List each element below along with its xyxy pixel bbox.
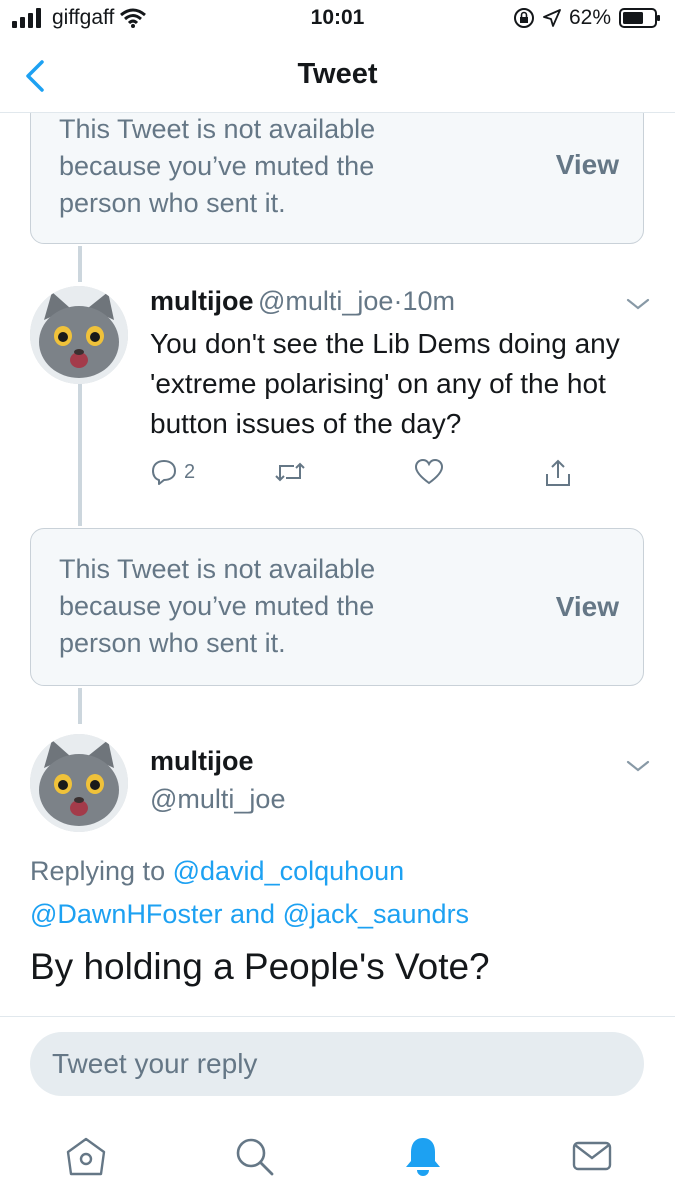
divider — [0, 1016, 675, 1017]
reply-input[interactable]: Tweet your reply — [30, 1032, 644, 1096]
replying-to: Replying to @david_colquhoun @DawnHFoste… — [30, 850, 630, 936]
cat-avatar-image — [30, 734, 128, 832]
tab-bar — [0, 1112, 675, 1200]
retweet-icon — [275, 462, 305, 482]
retweet-button[interactable] — [274, 458, 306, 486]
avatar[interactable] — [30, 734, 128, 832]
lock-rotation-icon — [513, 8, 534, 28]
reply-icon — [152, 460, 176, 485]
share-button[interactable] — [544, 458, 572, 488]
muted-notice-text: This Tweet is not available because you’… — [59, 114, 376, 218]
author-handle[interactable]: @multi_joe — [150, 784, 285, 815]
and-word: and — [229, 899, 276, 929]
notifications-icon[interactable] — [401, 1134, 445, 1178]
author-handle[interactable]: @multi_joe — [258, 286, 393, 316]
reply-count: 2 — [184, 460, 196, 483]
thread-line — [78, 384, 82, 526]
mention-link[interactable]: @david_colquhoun — [173, 856, 405, 886]
focused-tweet-text: By holding a People's Vote? — [30, 946, 490, 987]
view-muted-button[interactable]: View — [556, 591, 619, 623]
tweet-time[interactable]: 10m — [402, 286, 455, 316]
cat-avatar-image — [30, 286, 128, 384]
thread-line — [78, 688, 82, 724]
location-icon — [543, 9, 561, 27]
author-name[interactable]: multijoe — [150, 746, 254, 777]
battery-percent: 62% — [568, 6, 611, 29]
muted-tweet-card: This Tweet is not available because you’… — [30, 100, 644, 244]
avatar[interactable] — [30, 286, 128, 384]
mention-link[interactable]: @DawnHFoster — [30, 899, 222, 929]
chevron-down-icon[interactable] — [624, 294, 652, 314]
status-bar: giffgaff 10:01 62% — [0, 0, 675, 40]
tweet-actions: 2 — [150, 458, 590, 492]
search-icon[interactable] — [232, 1134, 276, 1178]
home-icon[interactable] — [64, 1134, 108, 1178]
tweet-header: multijoe @multi_joe·10m — [150, 286, 620, 317]
thread-line — [78, 246, 82, 282]
like-icon — [414, 458, 444, 485]
author-name[interactable]: multijoe — [150, 286, 254, 316]
like-button[interactable] — [414, 458, 444, 486]
muted-tweet-card: This Tweet is not available because you’… — [30, 528, 644, 686]
view-muted-button[interactable]: View — [556, 149, 619, 181]
share-icon — [546, 459, 570, 486]
back-chevron-icon[interactable] — [20, 58, 56, 94]
page-title: Tweet — [297, 58, 378, 90]
tweet-text: You don't see the Lib Dems doing any 'ex… — [150, 328, 620, 439]
mention-link[interactable]: @jack_saundrs — [283, 899, 470, 929]
reply-button[interactable]: 2 — [150, 458, 195, 486]
battery-icon — [619, 8, 660, 28]
status-right-group: 62% — [513, 6, 661, 30]
messages-icon[interactable] — [570, 1134, 614, 1178]
muted-notice-text: This Tweet is not available because you’… — [59, 554, 376, 658]
replying-prefix: Replying to — [30, 856, 166, 886]
chevron-down-icon[interactable] — [624, 756, 652, 776]
